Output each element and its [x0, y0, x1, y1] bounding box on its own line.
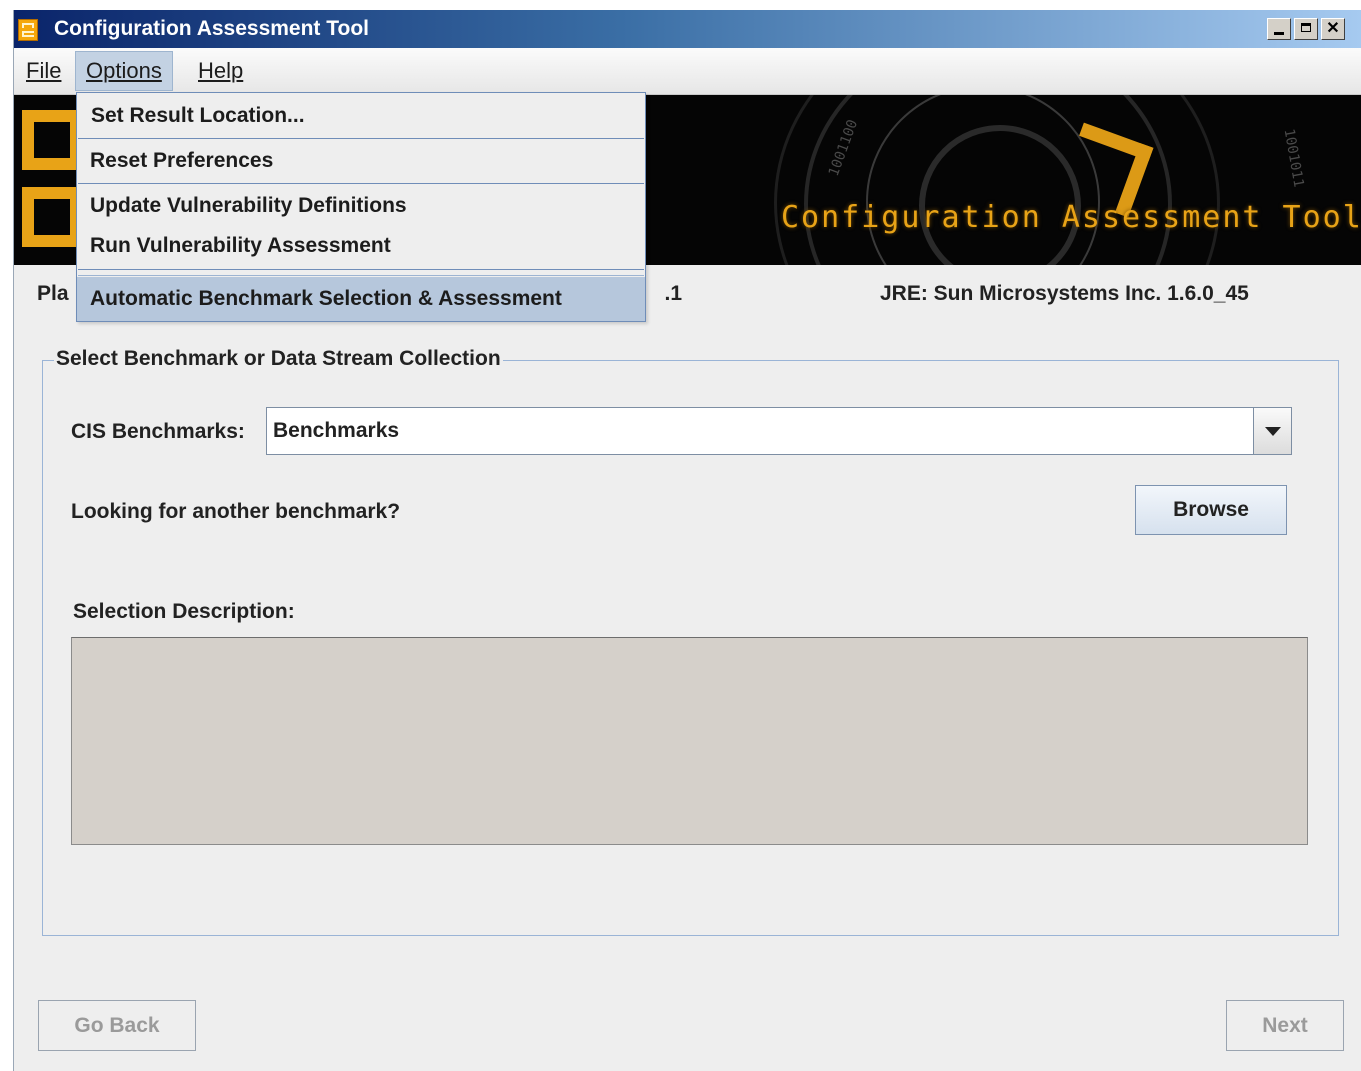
menu-help-label: Help	[198, 58, 244, 83]
maximize-button[interactable]	[1294, 18, 1318, 40]
selection-description-label: Selection Description:	[73, 600, 295, 623]
menu-item-update-vulnerability-definitions[interactable]: Update Vulnerability Definitions	[77, 184, 645, 224]
next-button[interactable]: Next	[1226, 1000, 1344, 1051]
go-back-button[interactable]: Go Back	[38, 1000, 196, 1051]
menu-item-set-result-location[interactable]: Set Result Location...	[77, 93, 645, 139]
jre-info: JRE: Sun Microsystems Inc. 1.6.0_45	[880, 282, 1249, 305]
banner-title: Configuration Assessment Tool	[781, 200, 1361, 235]
menu-item-automatic-benchmark-selection[interactable]: Automatic Benchmark Selection & Assessme…	[77, 277, 645, 321]
options-dropdown-menu: Set Result Location... Reset Preferences…	[76, 92, 646, 322]
minimize-icon	[1274, 32, 1284, 35]
menu-separator	[78, 269, 644, 270]
browse-button[interactable]: Browse	[1135, 485, 1287, 535]
selection-description-area	[71, 637, 1308, 845]
dropdown-arrow-button[interactable]	[1253, 408, 1291, 454]
another-benchmark-label: Looking for another benchmark?	[71, 500, 401, 523]
banner-logo-icon	[22, 187, 82, 247]
cis-benchmarks-select[interactable]: Benchmarks	[266, 407, 1292, 455]
platform-info-suffix: .1	[664, 282, 683, 305]
app-window: Configuration Assessment Tool ✕ File Opt…	[13, 10, 1361, 1071]
menu-separator	[78, 275, 644, 276]
menu-options-label: Options	[86, 58, 162, 83]
chevron-down-icon	[1264, 427, 1281, 436]
cis-benchmarks-value: Benchmarks	[273, 419, 400, 442]
group-legend: Select Benchmark or Data Stream Collecti…	[54, 347, 503, 371]
close-icon: ✕	[1326, 20, 1340, 37]
banner-binary-decoration: 1001011	[1280, 127, 1307, 189]
window-title: Configuration Assessment Tool	[54, 17, 370, 40]
platform-info-prefix: Pla	[37, 282, 69, 305]
title-bar[interactable]: Configuration Assessment Tool ✕	[14, 10, 1361, 48]
menu-file[interactable]: File	[16, 52, 71, 90]
menu-options[interactable]: Options	[75, 51, 173, 91]
menu-item-run-vulnerability-assessment[interactable]: Run Vulnerability Assessment	[77, 224, 645, 268]
cis-benchmarks-label: CIS Benchmarks:	[71, 420, 245, 443]
close-button[interactable]: ✕	[1321, 18, 1345, 40]
app-logo-icon	[18, 19, 38, 41]
menu-item-reset-preferences[interactable]: Reset Preferences	[77, 139, 645, 183]
minimize-button[interactable]	[1267, 18, 1291, 40]
banner-logo-icon	[22, 110, 82, 170]
menu-help[interactable]: Help	[188, 52, 253, 90]
menu-file-label: File	[26, 58, 62, 83]
menu-bar: File Options Help	[14, 48, 1361, 95]
maximize-icon	[1301, 23, 1311, 32]
